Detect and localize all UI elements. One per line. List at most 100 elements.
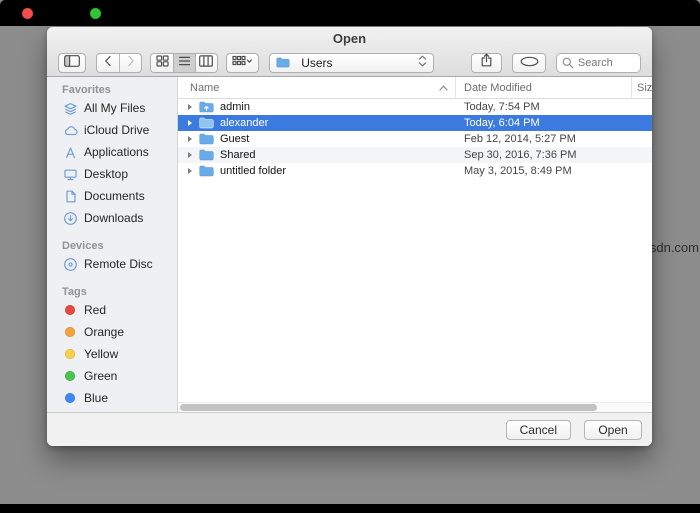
close-window-button[interactable] <box>22 8 33 19</box>
disclosure-triangle-icon[interactable] <box>188 136 192 142</box>
column-header-date-modified[interactable]: Date Modified <box>456 77 631 98</box>
file-date-modified: Today, 6:04 PM <box>464 117 540 129</box>
chevron-left-icon <box>103 54 113 72</box>
file-row-admin[interactable]: admin Today, 7:54 PM <box>178 99 652 115</box>
file-name: admin <box>220 101 250 113</box>
chevron-right-icon <box>126 54 136 72</box>
sidebar-item-label: Yellow <box>84 347 119 361</box>
folder-up-icon <box>199 101 214 113</box>
arrange-grid-icon <box>232 54 253 72</box>
column-label: Name <box>190 81 220 94</box>
sidebar-item-all-my-files[interactable]: All My Files <box>47 97 177 119</box>
disclosure-triangle-icon[interactable] <box>188 104 192 110</box>
sidebar-item-remote-disc[interactable]: Remote Disc <box>47 253 177 275</box>
green-tag-icon <box>62 371 78 381</box>
open-dialog: Open Users Search Favorites All My Files… <box>47 27 652 446</box>
column-label: Date Modified <box>464 81 532 94</box>
tags-oval-icon <box>520 54 539 72</box>
file-list: Name Date Modified Size <box>178 77 652 412</box>
file-date-modified: Today, 7:54 PM <box>464 101 540 113</box>
red-tag-icon <box>62 305 78 315</box>
history-nav-control <box>95 52 143 73</box>
all-my-files-icon <box>62 101 78 116</box>
column-view-button[interactable] <box>194 53 217 72</box>
sidebar-panel-icon <box>63 54 80 72</box>
sort-ascending-icon <box>439 85 448 91</box>
file-row-alexander[interactable]: alexander Today, 6:04 PM <box>178 115 652 131</box>
list-view-icon <box>178 54 191 72</box>
sidebar-item-tag-orange[interactable]: Orange <box>47 321 177 343</box>
popup-arrows-icon <box>418 54 427 72</box>
horizontal-scrollbar[interactable] <box>178 402 652 412</box>
open-button[interactable]: Open <box>584 419 642 440</box>
folder-icon <box>276 57 290 68</box>
disclosure-triangle-icon[interactable] <box>188 168 192 174</box>
cancel-button[interactable]: Cancel <box>505 419 571 440</box>
toolbar: Users <box>47 49 652 76</box>
blue-tag-icon <box>62 393 78 403</box>
sidebar-item-label: Documents <box>84 189 145 203</box>
sidebar-toggle-button[interactable] <box>58 52 86 73</box>
disclosure-triangle-icon[interactable] <box>188 152 192 158</box>
folder-icon <box>199 165 214 177</box>
location-popup-button[interactable]: Users <box>269 52 434 73</box>
disclosure-triangle-icon[interactable] <box>188 120 192 126</box>
column-header-name[interactable]: Name <box>178 77 455 98</box>
forward-button[interactable] <box>118 53 141 72</box>
sidebar-item-tag-red[interactable]: Red <box>47 299 177 321</box>
downloads-icon <box>62 211 78 226</box>
list-view-button[interactable] <box>173 53 195 72</box>
view-mode-segmented-control <box>150 52 218 73</box>
horizontal-scrollbar-thumb[interactable] <box>180 404 598 411</box>
file-date-modified: Sep 30, 2016, 7:36 PM <box>464 149 577 161</box>
share-icon <box>480 53 493 72</box>
file-row-guest[interactable]: Guest Feb 12, 2014, 5:27 PM <box>178 131 652 147</box>
outer-window-titlebar <box>0 0 700 26</box>
file-date-modified: Feb 12, 2014, 5:27 PM <box>464 133 576 145</box>
applications-icon <box>62 145 78 160</box>
sidebar-item-label: Downloads <box>84 211 144 225</box>
file-row-shared[interactable]: Shared Sep 30, 2016, 7:36 PM <box>178 147 652 163</box>
sidebar-item-documents[interactable]: Documents <box>47 185 177 207</box>
dialog-title: Open <box>332 30 367 46</box>
sidebar-item-label: Applications <box>84 145 149 159</box>
file-name: untitled folder <box>220 165 287 177</box>
dialog-content: Favorites All My Files iCloud Drive Appl… <box>47 77 652 412</box>
sidebar-item-label: Red <box>84 303 107 317</box>
icon-view-button[interactable] <box>151 54 173 72</box>
sidebar-item-tag-green[interactable]: Green <box>47 365 177 387</box>
file-rows: admin Today, 7:54 PM alexander Today, 6:… <box>178 99 652 412</box>
search-field <box>555 52 641 73</box>
arrange-menu-button[interactable] <box>225 52 260 73</box>
yellow-tag-icon <box>62 349 78 359</box>
magnifier-icon <box>562 57 574 69</box>
folder-icon <box>199 117 214 129</box>
sidebar: Favorites All My Files iCloud Drive Appl… <box>47 77 178 412</box>
sidebar-section-devices: Devices <box>62 240 104 252</box>
sidebar-item-label: All My Files <box>84 101 146 115</box>
sidebar-item-label: Orange <box>84 325 125 339</box>
folder-icon <box>199 133 214 145</box>
location-popup-value: Users <box>301 55 333 70</box>
documents-icon <box>62 189 78 204</box>
column-header-size[interactable]: Size <box>632 77 652 98</box>
sidebar-item-desktop[interactable]: Desktop <box>47 163 177 185</box>
zoom-window-button[interactable] <box>90 8 101 19</box>
file-date-modified: May 3, 2015, 8:49 PM <box>464 165 572 177</box>
tags-button[interactable] <box>512 52 546 73</box>
sidebar-section-favorites: Favorites <box>62 84 111 96</box>
sidebar-item-tag-yellow[interactable]: Yellow <box>47 343 177 365</box>
desktop-icon <box>62 167 78 182</box>
sidebar-item-label: iCloud Drive <box>84 123 150 137</box>
sidebar-item-label: Green <box>84 369 118 383</box>
share-button[interactable] <box>470 52 503 73</box>
column-view-icon <box>199 54 214 72</box>
sidebar-item-label: Remote Disc <box>84 257 153 271</box>
file-row-untitled-folder[interactable]: untitled folder May 3, 2015, 8:49 PM <box>178 163 652 179</box>
sidebar-item-icloud-drive[interactable]: iCloud Drive <box>47 119 177 141</box>
sidebar-item-downloads[interactable]: Downloads <box>47 207 177 229</box>
back-button[interactable] <box>97 54 119 72</box>
remote-disc-icon <box>62 257 78 272</box>
sidebar-item-tag-blue[interactable]: Blue <box>47 387 177 409</box>
sidebar-item-applications[interactable]: Applications <box>47 141 177 163</box>
